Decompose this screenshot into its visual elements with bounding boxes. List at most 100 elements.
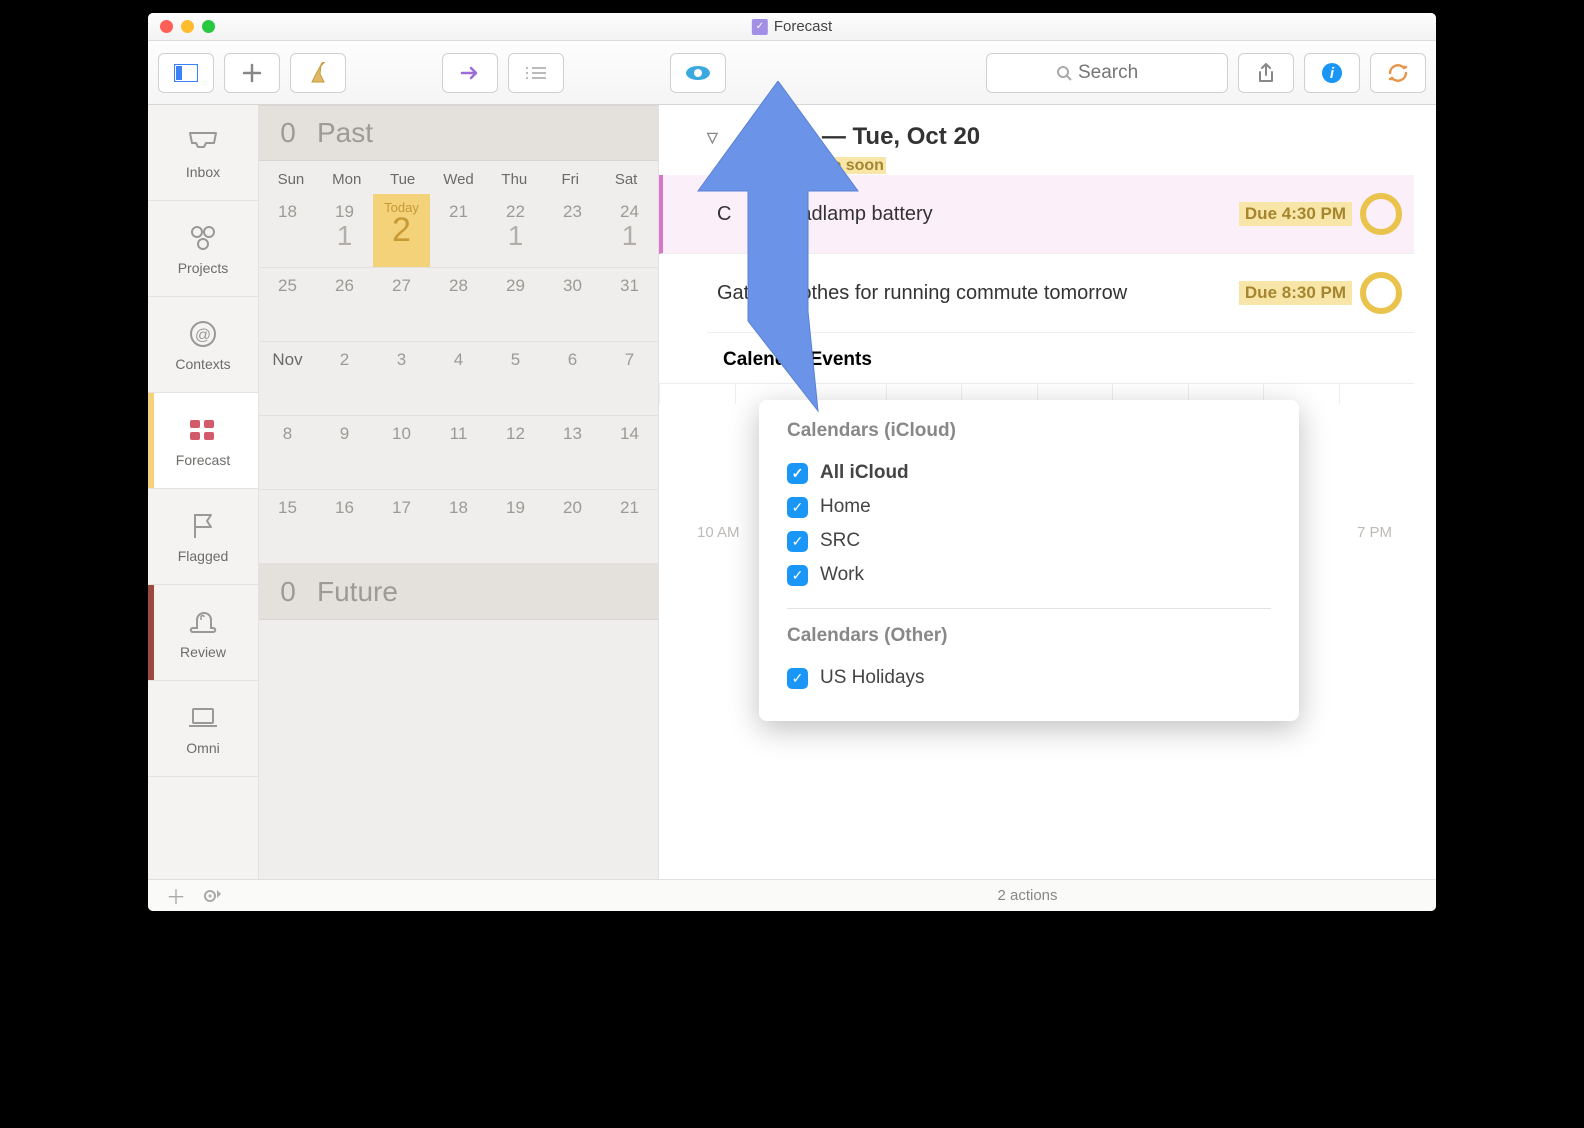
sidebar-item-review[interactable]: Review xyxy=(148,585,258,681)
list-view-button[interactable] xyxy=(508,53,564,93)
inspector-button[interactable]: i xyxy=(1304,53,1360,93)
day-cell[interactable]: 20 xyxy=(544,490,601,564)
calendar-grid: 18 191 Today2 21 221 23 241 25 26 27 28 … xyxy=(259,194,658,564)
day-cell[interactable]: 4 xyxy=(430,342,487,416)
future-row[interactable]: 0 Future xyxy=(259,564,658,620)
disclosure-triangle-icon[interactable]: ▽ xyxy=(707,129,718,146)
day-cell[interactable]: 14 xyxy=(601,416,658,490)
day-cell[interactable]: 26 xyxy=(316,268,373,342)
day-cell[interactable]: 3 xyxy=(373,342,430,416)
view-options-button[interactable] xyxy=(670,53,726,93)
calendar-checkbox-row[interactable]: ✓US Holidays xyxy=(787,661,1271,695)
day-cell[interactable]: 7 xyxy=(601,342,658,416)
day-cell[interactable]: 29 xyxy=(487,268,544,342)
sync-icon xyxy=(1387,62,1409,84)
calendar-checkbox-row[interactable]: ✓Home xyxy=(787,490,1271,524)
cleanup-button[interactable] xyxy=(290,53,346,93)
add-button[interactable] xyxy=(224,53,280,93)
day-cell[interactable]: 13 xyxy=(544,416,601,490)
share-button[interactable] xyxy=(1238,53,1294,93)
statusbar: ＋ 2 actions xyxy=(148,879,1436,911)
past-label: Past xyxy=(317,117,373,149)
sidebar-item-omni[interactable]: Omni xyxy=(148,681,258,777)
day-cell[interactable]: 241 xyxy=(601,194,658,268)
search-input[interactable] xyxy=(1078,62,1158,84)
day-cell-today[interactable]: Today2 xyxy=(373,194,430,268)
day-cell[interactable]: 23 xyxy=(544,194,601,268)
task-row[interactable]: Gathxx clothes for running commute tomor… xyxy=(707,254,1414,333)
due-soon-badge: 2 due soon xyxy=(798,157,886,174)
heading-date: — Tue, Oct 20 xyxy=(822,123,980,151)
forecast-icon xyxy=(188,414,218,446)
past-row[interactable]: 0 Past xyxy=(259,105,658,161)
day-cell[interactable]: 19 xyxy=(487,490,544,564)
day-cell[interactable]: Nov xyxy=(259,342,316,416)
add-perspective-button[interactable]: ＋ xyxy=(166,881,186,910)
day-cell[interactable]: 30 xyxy=(544,268,601,342)
info-icon: i xyxy=(1321,62,1343,84)
sidebar-item-forecast[interactable]: Forecast xyxy=(148,393,258,489)
day-cell[interactable]: 21 xyxy=(430,194,487,268)
day-cell[interactable]: 191 xyxy=(316,194,373,268)
due-badge: Due 4:30 PM xyxy=(1239,202,1352,226)
day-cell[interactable]: 18 xyxy=(430,490,487,564)
day-cell[interactable]: 10 xyxy=(373,416,430,490)
day-cell[interactable]: 27 xyxy=(373,268,430,342)
day-cell[interactable]: 18 xyxy=(259,194,316,268)
sidebar-item-contexts[interactable]: @ Contexts xyxy=(148,297,258,393)
day-cell[interactable]: 6 xyxy=(544,342,601,416)
day-cell[interactable]: 16 xyxy=(316,490,373,564)
day-cell[interactable]: 12 xyxy=(487,416,544,490)
day-cell[interactable]: 5 xyxy=(487,342,544,416)
inbox-icon xyxy=(187,126,219,158)
sync-button[interactable] xyxy=(1370,53,1426,93)
search-field[interactable] xyxy=(986,53,1228,93)
checkbox-icon: ✓ xyxy=(787,497,808,518)
toolbar: i xyxy=(148,41,1436,105)
calendar-group-title: Calendars (Other) xyxy=(787,625,1271,647)
checkbox-icon: ✓ xyxy=(787,531,808,552)
zoom-window-button[interactable] xyxy=(202,20,215,33)
calendar-checkbox-row[interactable]: ✓All iCloud xyxy=(787,456,1271,490)
content-heading: ▽ xxxxxx — Tue, Oct 20 xyxy=(707,123,1414,151)
task-checkbox[interactable] xyxy=(1360,272,1402,314)
day-cell[interactable]: 221 xyxy=(487,194,544,268)
checkbox-icon: ✓ xyxy=(787,463,808,484)
gear-menu-button[interactable] xyxy=(202,888,224,904)
status-text: 2 actions xyxy=(659,887,1396,904)
arrow-right-icon xyxy=(458,64,482,82)
day-cell[interactable]: 2 xyxy=(316,342,373,416)
past-count: 0 xyxy=(259,117,317,149)
window-title-text: Forecast xyxy=(774,18,832,35)
minimize-window-button[interactable] xyxy=(181,20,194,33)
sidebar-item-projects[interactable]: Projects xyxy=(148,201,258,297)
broom-icon xyxy=(307,62,329,84)
day-cell[interactable]: 8 xyxy=(259,416,316,490)
calendar-checkbox-row[interactable]: ✓SRC xyxy=(787,524,1271,558)
timeline: 10 AM 7 PM Calendars (iCloud) ✓All iClou… xyxy=(659,384,1414,564)
sidebar-item-inbox[interactable]: Inbox xyxy=(148,105,258,201)
sidebar-icon xyxy=(174,64,198,82)
task-checkbox[interactable] xyxy=(1360,193,1402,235)
svg-text:@: @ xyxy=(195,327,211,344)
day-cell[interactable]: 21 xyxy=(601,490,658,564)
sidebar-label: Projects xyxy=(178,260,229,276)
day-cell[interactable]: 9 xyxy=(316,416,373,490)
day-cell[interactable]: 25 xyxy=(259,268,316,342)
day-cell[interactable]: 17 xyxy=(373,490,430,564)
quick-open-button[interactable] xyxy=(442,53,498,93)
day-cell[interactable]: 11 xyxy=(430,416,487,490)
day-cell[interactable]: 31 xyxy=(601,268,658,342)
toggle-sidebar-button[interactable] xyxy=(158,53,214,93)
review-icon xyxy=(187,606,219,638)
day-cell[interactable]: 15 xyxy=(259,490,316,564)
sidebar-item-flagged[interactable]: Flagged xyxy=(148,489,258,585)
close-window-button[interactable] xyxy=(160,20,173,33)
plus-icon xyxy=(242,63,262,83)
task-title: Gathxx clothes for running commute tomor… xyxy=(717,282,1239,305)
checkbox-icon: ✓ xyxy=(787,565,808,586)
calendar-checkbox-row[interactable]: ✓Work xyxy=(787,558,1271,592)
task-row[interactable]: Cxxxe headlamp battery Due 4:30 PM xyxy=(659,175,1414,254)
window-controls xyxy=(148,20,215,33)
day-cell[interactable]: 28 xyxy=(430,268,487,342)
